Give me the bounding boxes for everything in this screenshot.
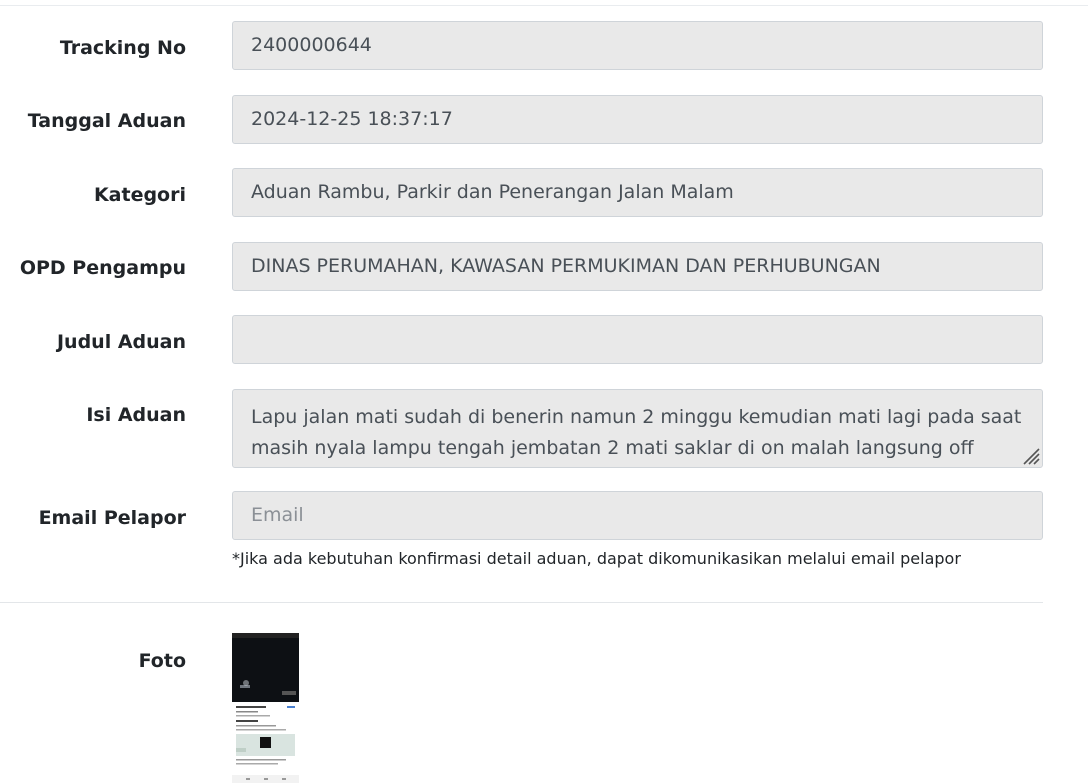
kategori-field[interactable]: Aduan Rambu, Parkir dan Penerangan Jalan… xyxy=(232,168,1043,217)
kategori-label: Kategori xyxy=(93,184,186,206)
photo-image xyxy=(232,633,299,783)
tanggal-aduan-label: Tanggal Aduan xyxy=(27,110,186,132)
foto-row: Foto xyxy=(0,636,1088,686)
opd-pengampu-field[interactable]: DINAS PERUMAHAN, KAWASAN PERMUKIMAN DAN … xyxy=(232,242,1043,291)
resize-handle-icon[interactable] xyxy=(1020,445,1040,465)
isi-aduan-textarea[interactable]: Lapu jalan mati sudah di benerin namun 2… xyxy=(232,389,1043,468)
section-divider xyxy=(0,602,1043,603)
judul-aduan-row: Judul Aduan xyxy=(0,315,1088,365)
email-field[interactable]: Email xyxy=(232,491,1043,540)
tanggal-aduan-row: Tanggal Aduan 2024-12-25 18:37:17 xyxy=(0,95,1088,145)
tracking-no-label: Tracking No xyxy=(59,37,186,59)
judul-aduan-field[interactable] xyxy=(232,315,1043,364)
judul-aduan-label: Judul Aduan xyxy=(56,331,186,353)
isi-aduan-text: Lapu jalan mati sudah di benerin namun 2… xyxy=(251,406,1022,459)
complaint-detail-form: Tracking No 2400000644 Tanggal Aduan 202… xyxy=(0,0,1088,783)
tracking-no-row: Tracking No 2400000644 xyxy=(0,21,1088,71)
email-pelapor-row: Email Pelapor Email *Jika ada kebutuhan … xyxy=(0,491,1088,581)
tanggal-aduan-field[interactable]: 2024-12-25 18:37:17 xyxy=(232,95,1043,144)
opd-pengampu-row: OPD Pengampu DINAS PERUMAHAN, KAWASAN PE… xyxy=(0,242,1088,292)
kategori-row: Kategori Aduan Rambu, Parkir dan Peneran… xyxy=(0,168,1088,218)
isi-aduan-row: Isi Aduan Lapu jalan mati sudah di bener… xyxy=(0,389,1088,469)
isi-aduan-label: Isi Aduan xyxy=(86,404,186,426)
email-pelapor-label: Email Pelapor xyxy=(38,507,186,529)
foto-label: Foto xyxy=(138,650,186,672)
email-help-text: *Jika ada kebutuhan konfirmasi detail ad… xyxy=(232,549,961,568)
complaint-photo-thumbnail[interactable] xyxy=(232,633,299,783)
opd-pengampu-label: OPD Pengampu xyxy=(19,257,186,279)
tracking-no-field[interactable]: 2400000644 xyxy=(232,21,1043,70)
